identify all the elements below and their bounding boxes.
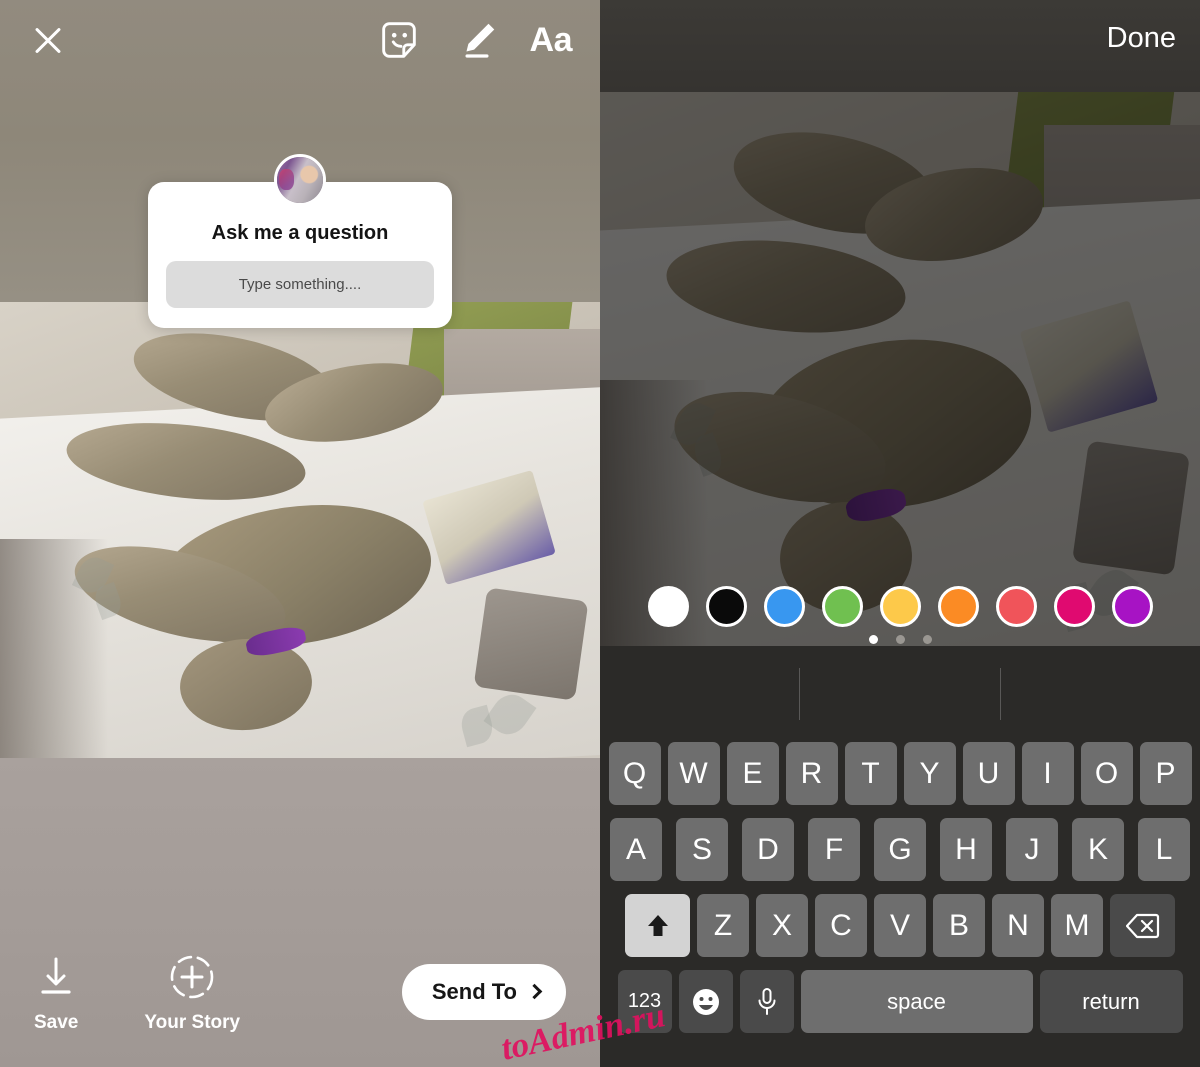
key-N[interactable]: N [992, 894, 1044, 957]
key-V[interactable]: V [874, 894, 926, 957]
emoji-key[interactable] [678, 970, 733, 1033]
key-F[interactable]: F [808, 818, 860, 881]
keyboard-row-1: QWERTYUIOP [600, 742, 1200, 805]
key-U[interactable]: U [962, 742, 1015, 805]
key-L[interactable]: L [1138, 818, 1190, 881]
microphone-key[interactable] [739, 970, 794, 1033]
download-icon [34, 950, 78, 1004]
key-S[interactable]: S [676, 818, 728, 881]
question-title: Ask me a question [211, 222, 389, 244]
backspace-icon [1125, 913, 1159, 938]
page-dot [868, 634, 878, 644]
pen-icon [465, 23, 494, 58]
key-Q[interactable]: Q [608, 742, 661, 805]
predict-separator [1000, 668, 1001, 720]
keyboard-row-3: ZXCVBNM [600, 894, 1200, 957]
done-button[interactable]: Done [1107, 22, 1176, 55]
key-A[interactable]: A [610, 818, 662, 881]
story-photo [0, 302, 600, 758]
color-swatch-green[interactable] [821, 585, 863, 627]
color-swatch-yellow[interactable] [879, 585, 921, 627]
swatch-page-dots [600, 632, 1200, 646]
keyboard-row-2: ASDFGHJKL [600, 818, 1200, 881]
avatar [274, 154, 326, 206]
question-answer-input[interactable]: Type something.... [166, 261, 434, 308]
key-C[interactable]: C [815, 894, 867, 957]
predict-separator [799, 668, 800, 720]
space-key[interactable]: space [800, 970, 1033, 1033]
color-swatch-orange[interactable] [937, 585, 979, 627]
save-button[interactable]: Save [34, 950, 78, 1034]
key-D[interactable]: D [742, 818, 794, 881]
predictive-text-bar[interactable] [600, 646, 1200, 742]
key-K[interactable]: K [1072, 818, 1124, 881]
text-tool-label: Aa [529, 21, 573, 59]
add-circle-icon [165, 950, 219, 1004]
sticker-icon [381, 22, 416, 58]
story-toolbar: Aa [0, 0, 600, 80]
key-H[interactable]: H [940, 818, 992, 881]
send-to-label: Send To [431, 979, 517, 1004]
key-I[interactable]: I [1021, 742, 1074, 805]
close-icon [28, 20, 68, 60]
left-panel-story-editor: Aa Ask me a question Type something.... [0, 0, 600, 1067]
key-G[interactable]: G [874, 818, 926, 881]
shift-key[interactable] [625, 894, 690, 957]
your-story-label: Your Story [144, 1012, 241, 1033]
color-swatch-blue[interactable] [763, 585, 805, 627]
page-dot [895, 634, 905, 644]
key-O[interactable]: O [1080, 742, 1133, 805]
key-J[interactable]: J [1006, 818, 1058, 881]
key-B[interactable]: B [933, 894, 985, 957]
chevron-right-icon [526, 983, 543, 1000]
color-swatch-row [600, 584, 1200, 628]
key-X[interactable]: X [756, 894, 808, 957]
key-M[interactable]: M [1051, 894, 1103, 957]
microphone-icon [758, 987, 775, 1015]
sticker-button[interactable] [376, 17, 454, 63]
right-panel-text-editing: Done Ask me a question Type something...… [600, 0, 1200, 1067]
screenshot-root: Aa Ask me a question Type something.... [0, 0, 1200, 1067]
your-story-button[interactable]: Your Story [144, 950, 240, 1034]
key-E[interactable]: E [726, 742, 779, 805]
story-photo-dimmed [600, 92, 1200, 646]
key-W[interactable]: W [667, 742, 720, 805]
color-swatch-purple[interactable] [1111, 585, 1153, 627]
color-swatch-white[interactable] [647, 585, 689, 627]
color-swatch-pink[interactable] [1053, 585, 1095, 627]
emoji-icon [692, 988, 719, 1015]
backspace-key[interactable] [1110, 894, 1175, 957]
send-to-button[interactable]: Send To [401, 964, 566, 1020]
question-sticker-left[interactable]: Ask me a question Type something.... [148, 154, 452, 328]
close-button[interactable] [28, 20, 68, 60]
page-dot [922, 634, 932, 644]
draw-button[interactable] [454, 17, 530, 63]
color-swatch-black[interactable] [705, 585, 747, 627]
keyboard-row-4: 123 space return [600, 970, 1200, 1033]
shift-icon [647, 914, 668, 936]
save-label: Save [34, 1012, 79, 1033]
key-T[interactable]: T [844, 742, 897, 805]
color-swatch-red[interactable] [995, 585, 1037, 627]
return-key[interactable]: return [1039, 970, 1183, 1033]
key-P[interactable]: P [1139, 742, 1192, 805]
text-tool-button[interactable]: Aa [529, 21, 573, 59]
key-R[interactable]: R [785, 742, 838, 805]
key-Y[interactable]: Y [903, 742, 956, 805]
onscreen-keyboard: QWERTYUIOP ASDFGHJKL ZXCVBNM 123 space r… [600, 646, 1200, 1067]
key-Z[interactable]: Z [697, 894, 749, 957]
